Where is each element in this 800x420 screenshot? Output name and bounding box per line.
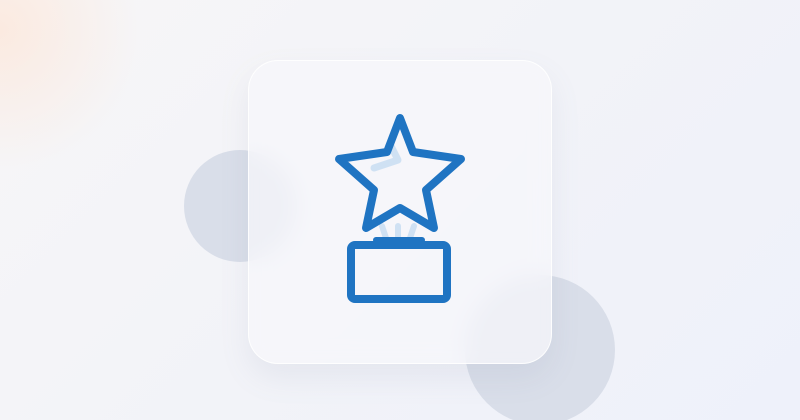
trophy-stem [373,223,425,243]
illustration-scene [0,0,800,420]
trophy-base [347,241,451,303]
trophy-stem-post [379,223,389,241]
trophy-stem-post [407,223,417,241]
star-outline [335,114,465,232]
star-trophy-icon [335,114,465,303]
